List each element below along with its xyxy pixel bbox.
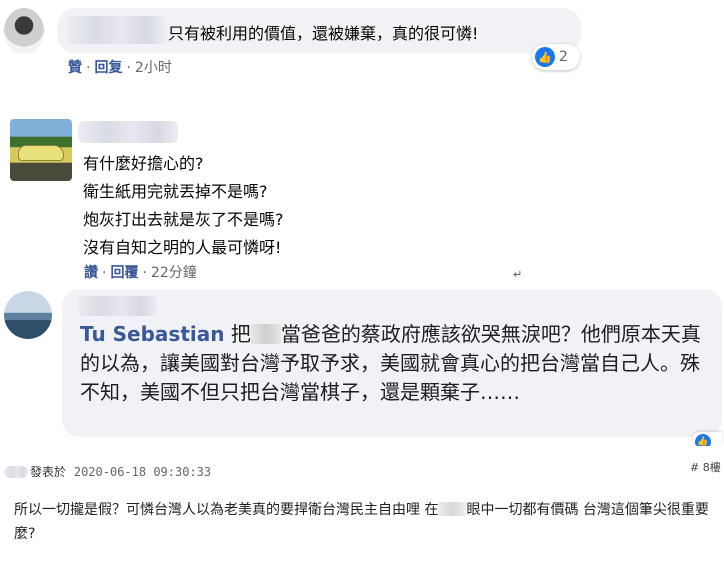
posted-label: 發表於 [30,465,67,479]
redacted-username [77,296,157,316]
comment-text-part: 把 [230,322,251,346]
comment-text: 只有被利用的價值，還被嫌棄，真的很可憐! [168,24,479,43]
like-link[interactable]: 贊 [68,60,82,76]
comment-text: Tu Sebastian 把當爸爸的蔡政府應該欲哭無淚吧？他們原本天真的以為，讓… [80,320,705,407]
commenter-avatar[interactable] [10,119,72,181]
comment-actions: 贊 · 回复 · 2小时 [68,60,172,76]
reply-link[interactable]: 回复 [94,60,122,76]
post-text-part: 所以一切攏是假？可憐台灣人以為老美真的要捍衛台灣民主自由哩 在 [14,502,439,518]
redacted-word [438,502,467,516]
comment-actions: 讚 · 回覆 · 22分鐘 [84,265,197,281]
redacted-username [4,466,28,478]
like-thumb-icon: 👍 [535,47,555,67]
comment-text: 有什麼好擔心的? 衛生紙用完就丟掉不是嗎? 炮灰打出去就是灰了不是嗎? 沒有自知… [83,154,284,257]
commenter-avatar[interactable] [4,291,52,339]
post-timestamp: 2020-06-18 09:30:33 [73,465,212,479]
redacted-username [66,16,166,44]
redacted-word [250,324,281,344]
floor-number[interactable]: # 8樓 [690,459,721,475]
redacted-username [78,121,178,143]
comment-time[interactable]: 2小时 [135,60,172,76]
commenter-avatar[interactable] [4,8,44,54]
like-thumb-icon: 👍 [695,434,711,446]
post-meta: 發表於 2020-06-18 09:30:33 [30,463,211,480]
reaction-count: 2 [559,49,568,65]
mention-link[interactable]: Tu Sebastian [80,322,224,346]
like-link[interactable]: 讚 [84,265,98,281]
reaction-badge[interactable]: 👍 [692,432,722,446]
post-body: 所以一切攏是假？可憐台灣人以為老美真的要捍衛台灣民主自由哩 在眼中一切都有價碼 … [14,498,714,546]
comment-time[interactable]: 22分鐘 [151,265,197,281]
return-glyph: ↵ [513,268,523,281]
reply-link[interactable]: 回覆 [110,265,138,281]
reaction-count-badge[interactable]: 👍 2 [532,44,580,70]
